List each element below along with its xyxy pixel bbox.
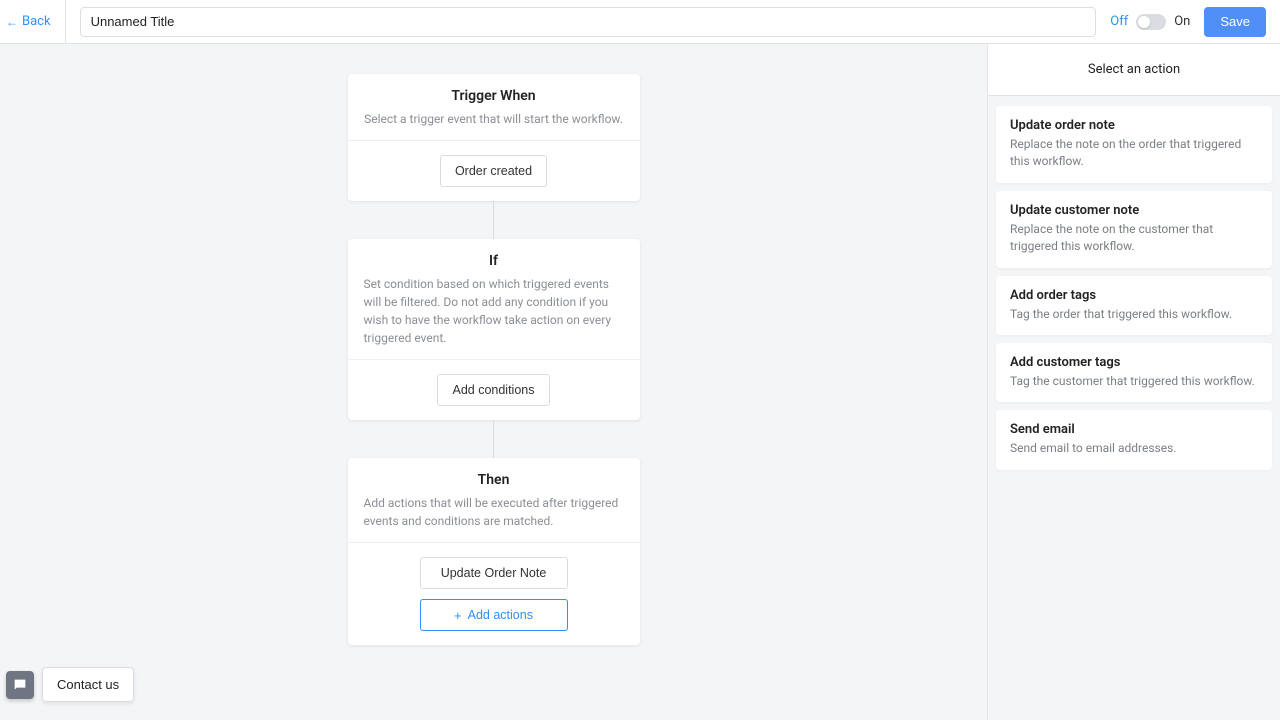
toggle-off-label: Off (1110, 14, 1128, 29)
action-desc: Replace the note on the customer that tr… (1010, 221, 1258, 256)
sidebar-body: Update order note Replace the note on th… (988, 96, 1280, 480)
condition-card: If Set condition based on which triggere… (348, 239, 640, 420)
trigger-event-button[interactable]: Order created (440, 155, 547, 187)
then-body: Update Order Note + Add actions (348, 542, 640, 645)
add-conditions-button[interactable]: Add conditions (437, 374, 549, 406)
status-toggle[interactable] (1136, 14, 1166, 30)
action-option-add-customer-tags[interactable]: Add customer tags Tag the customer that … (996, 343, 1272, 402)
then-header: Then Add actions that will be executed a… (348, 458, 640, 542)
workflow-canvas: Trigger When Select a trigger event that… (0, 44, 988, 720)
action-desc: Tag the order that triggered this workfl… (1010, 306, 1258, 323)
action-desc: Send email to email addresses. (1010, 440, 1258, 457)
action-desc: Tag the customer that triggered this wor… (1010, 373, 1258, 390)
trigger-header: Trigger When Select a trigger event that… (348, 74, 640, 140)
condition-body: Add conditions (348, 359, 640, 420)
action-item-button[interactable]: Update Order Note (420, 557, 568, 589)
workflow-title-input[interactable] (80, 7, 1097, 37)
then-desc: Add actions that will be executed after … (364, 494, 624, 530)
action-title: Update customer note (1010, 203, 1258, 218)
contact-widget: Contact us (6, 667, 134, 702)
chat-icon[interactable] (6, 671, 34, 699)
action-title: Send email (1010, 422, 1258, 437)
header: ← Back Off On Save (0, 0, 1280, 44)
connector (493, 420, 494, 458)
plus-icon: + (454, 609, 462, 622)
trigger-desc: Select a trigger event that will start t… (364, 110, 624, 128)
status-toggle-group: Off On (1110, 14, 1190, 30)
save-button[interactable]: Save (1204, 7, 1266, 37)
connector (493, 201, 494, 239)
action-title: Add order tags (1010, 288, 1258, 303)
condition-header: If Set condition based on which triggere… (348, 239, 640, 359)
add-actions-label: Add actions (468, 608, 533, 622)
then-card: Then Add actions that will be executed a… (348, 458, 640, 645)
action-option-update-customer-note[interactable]: Update customer note Replace the note on… (996, 191, 1272, 268)
condition-desc: Set condition based on which triggered e… (364, 275, 624, 347)
main: Trigger When Select a trigger event that… (0, 44, 1280, 720)
toggle-on-label: On (1174, 14, 1190, 29)
trigger-body: Order created (348, 140, 640, 201)
action-option-add-order-tags[interactable]: Add order tags Tag the order that trigge… (996, 276, 1272, 335)
action-option-update-order-note[interactable]: Update order note Replace the note on th… (996, 106, 1272, 183)
back-label: Back (22, 14, 51, 29)
action-title: Add customer tags (1010, 355, 1258, 370)
arrow-left-icon: ← (6, 15, 18, 29)
add-actions-button[interactable]: + Add actions (420, 599, 568, 631)
action-option-send-email[interactable]: Send email Send email to email addresses… (996, 410, 1272, 469)
flow-column: Trigger When Select a trigger event that… (348, 74, 640, 645)
condition-title: If (364, 253, 624, 269)
then-title: Then (364, 472, 624, 488)
sidebar-header: Select an action (988, 44, 1280, 96)
toggle-knob (1138, 16, 1150, 28)
back-button[interactable]: ← Back (4, 0, 65, 43)
action-desc: Replace the note on the order that trigg… (1010, 136, 1258, 171)
actions-sidebar: Select an action Update order note Repla… (988, 44, 1280, 720)
action-title: Update order note (1010, 118, 1258, 133)
trigger-card: Trigger When Select a trigger event that… (348, 74, 640, 201)
divider (65, 0, 66, 43)
contact-us-button[interactable]: Contact us (42, 667, 134, 702)
trigger-title: Trigger When (364, 88, 624, 104)
